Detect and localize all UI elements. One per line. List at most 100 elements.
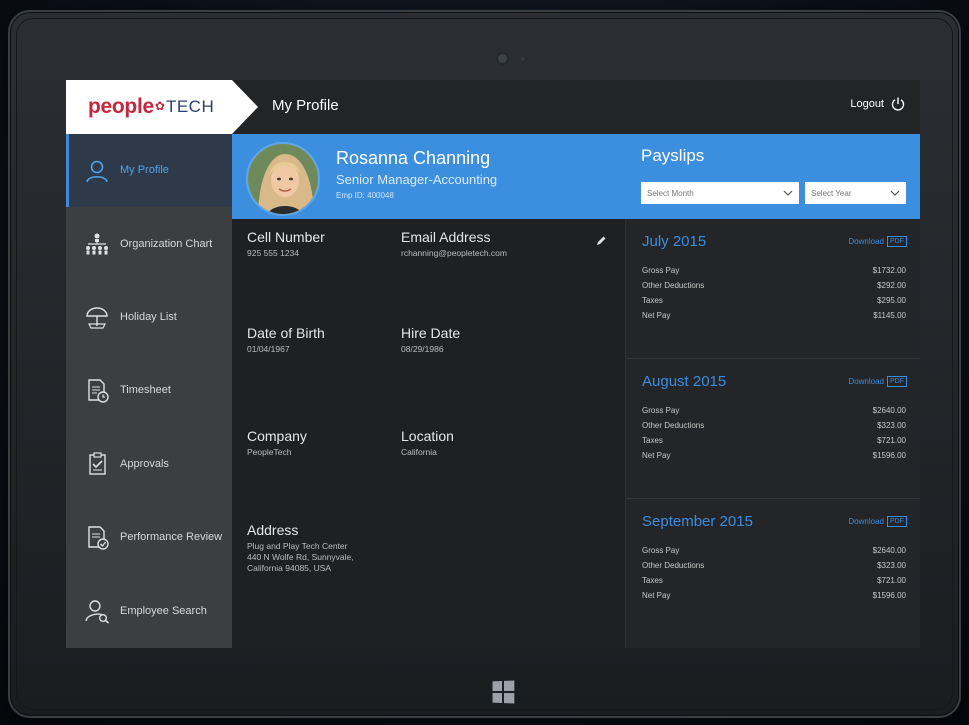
profile-name: Rosanna Channing: [336, 148, 491, 168]
company-label: Company: [247, 428, 307, 444]
location-label: Location: [401, 428, 454, 444]
avatar[interactable]: [246, 142, 320, 216]
row-label: Other Deductions: [642, 561, 705, 570]
org-chart-icon: [84, 231, 110, 257]
month-select-value: Select Month: [647, 188, 694, 198]
employee-id: Emp ID: 400048: [336, 191, 394, 200]
row-value: $721.00: [877, 436, 906, 445]
payslips-list: July 2015 Download PDF Gross Pay $1732.00…: [625, 219, 920, 648]
row-value: $323.00: [877, 421, 906, 430]
address-label: Address: [247, 522, 299, 538]
company-value: PeopleTech: [247, 447, 292, 457]
location-field: Location California: [401, 428, 454, 458]
row-label: Gross Pay: [642, 546, 680, 555]
brand-logo[interactable]: people ✿ TECH: [66, 80, 232, 134]
chevron-down-icon: [783, 190, 793, 196]
email-field: Email Address rchanning@peopletech.com: [401, 229, 507, 259]
month-select[interactable]: Select Month: [641, 182, 799, 204]
download-label: Download: [848, 517, 884, 526]
cell-number-label: Cell Number: [247, 229, 325, 245]
address-line-1: Plug and Play Tech Center: [247, 541, 348, 551]
sidebar-item-organization-chart[interactable]: Organization Chart: [66, 207, 232, 280]
row-value: $292.00: [877, 281, 906, 290]
row-value: $323.00: [877, 561, 906, 570]
net-pay-row: Net Pay $1145.00: [642, 311, 906, 320]
payslips-header: Payslips Select Month Select Year: [625, 134, 920, 219]
payslip-month: September 2015: [642, 513, 753, 530]
logo-text-people: people: [88, 95, 154, 118]
taxes-row: Taxes $721.00: [642, 576, 906, 585]
sidebar-item-label: Holiday List: [120, 310, 177, 323]
company-field: Company PeopleTech: [247, 428, 307, 458]
download-label: Download: [848, 237, 884, 246]
sidebar-item-label: Organization Chart: [120, 237, 213, 250]
pdf-badge: PDF: [887, 516, 907, 527]
row-value: $2640.00: [872, 546, 906, 555]
power-icon: [891, 97, 905, 111]
camera-icon: [498, 54, 507, 63]
logout-button[interactable]: Logout: [850, 96, 906, 112]
sidebar-item-label: Approvals: [120, 457, 169, 470]
pdf-badge: PDF: [887, 236, 907, 247]
page-title: My Profile: [272, 97, 339, 114]
pencil-icon[interactable]: [595, 235, 607, 247]
row-label: Taxes: [642, 296, 663, 305]
other-deductions-row: Other Deductions $292.00: [642, 281, 906, 290]
row-label: Net Pay: [642, 451, 671, 460]
sidebar-item-label: Timesheet: [120, 384, 171, 397]
hire-date-field: Hire Date 08/29/1986: [401, 325, 460, 355]
profile-details: Cell Number 925 555 1234 Email Address r…: [232, 219, 625, 648]
row-label: Taxes: [642, 576, 663, 585]
dob-label: Date of Birth: [247, 325, 325, 341]
taxes-row: Taxes $721.00: [642, 436, 906, 445]
download-label: Download: [848, 377, 884, 386]
row-label: Net Pay: [642, 591, 671, 600]
cell-number-field: Cell Number 925 555 1234: [247, 229, 325, 259]
windows-logo-icon[interactable]: [492, 680, 515, 704]
other-deductions-row: Other Deductions $323.00: [642, 561, 906, 570]
email-value: rchanning@peopletech.com: [401, 248, 507, 258]
row-label: Other Deductions: [642, 281, 705, 290]
payslip-month: August 2015: [642, 373, 727, 390]
download-pdf-link[interactable]: Download PDF: [848, 376, 907, 387]
address-line-3: California 94085, USA: [247, 563, 332, 573]
row-value: $1732.00: [872, 266, 906, 275]
timesheet-icon: [84, 378, 110, 404]
net-pay-row: Net Pay $1596.00: [642, 591, 906, 600]
sidebar-item-approvals[interactable]: Approvals: [66, 428, 232, 501]
row-value: $1596.00: [872, 591, 906, 600]
profile-job-title: Senior Manager-Accounting: [336, 172, 498, 187]
year-select[interactable]: Select Year: [805, 182, 906, 204]
hire-date-value: 08/29/1986: [401, 344, 444, 354]
address-line-2: 440 N Wolfe Rd, Sunnyvale,: [247, 552, 354, 562]
row-value: $295.00: [877, 296, 906, 305]
top-bar: people ✿ TECH My Profile Logout: [66, 80, 920, 134]
approvals-icon: [84, 451, 110, 477]
row-value: $2640.00: [872, 406, 906, 415]
logo-flower-icon: ✿: [154, 99, 165, 113]
gross-pay-row: Gross Pay $2640.00: [642, 406, 906, 415]
row-label: Gross Pay: [642, 406, 680, 415]
row-label: Gross Pay: [642, 266, 680, 275]
row-value: $721.00: [877, 576, 906, 585]
sidebar-item-timesheet[interactable]: Timesheet: [66, 354, 232, 427]
download-pdf-link[interactable]: Download PDF: [848, 236, 907, 247]
sidebar-item-employee-search[interactable]: Employee Search: [66, 574, 232, 647]
app-screen: people ✿ TECH My Profile Logout My Profi…: [66, 80, 920, 648]
other-deductions-row: Other Deductions $323.00: [642, 421, 906, 430]
row-label: Taxes: [642, 436, 663, 445]
pdf-badge: PDF: [887, 376, 907, 387]
user-icon: [84, 158, 110, 184]
sidebar-item-performance-review[interactable]: Performance Review: [66, 501, 232, 574]
sidebar-item-label: My Profile: [120, 164, 169, 177]
logo-arrow-shape: [232, 80, 258, 134]
address-field: Address Plug and Play Tech Center 440 N …: [247, 522, 354, 574]
payslip-card: July 2015 Download PDF Gross Pay $1732.00…: [626, 219, 920, 359]
download-pdf-link[interactable]: Download PDF: [848, 516, 907, 527]
payslip-month: July 2015: [642, 233, 707, 250]
sidebar-item-my-profile[interactable]: My Profile: [66, 134, 232, 208]
chevron-down-icon: [890, 190, 900, 196]
taxes-row: Taxes $295.00: [642, 296, 906, 305]
sidebar-item-holiday-list[interactable]: Holiday List: [66, 281, 232, 354]
row-value: $1145.00: [873, 311, 906, 320]
